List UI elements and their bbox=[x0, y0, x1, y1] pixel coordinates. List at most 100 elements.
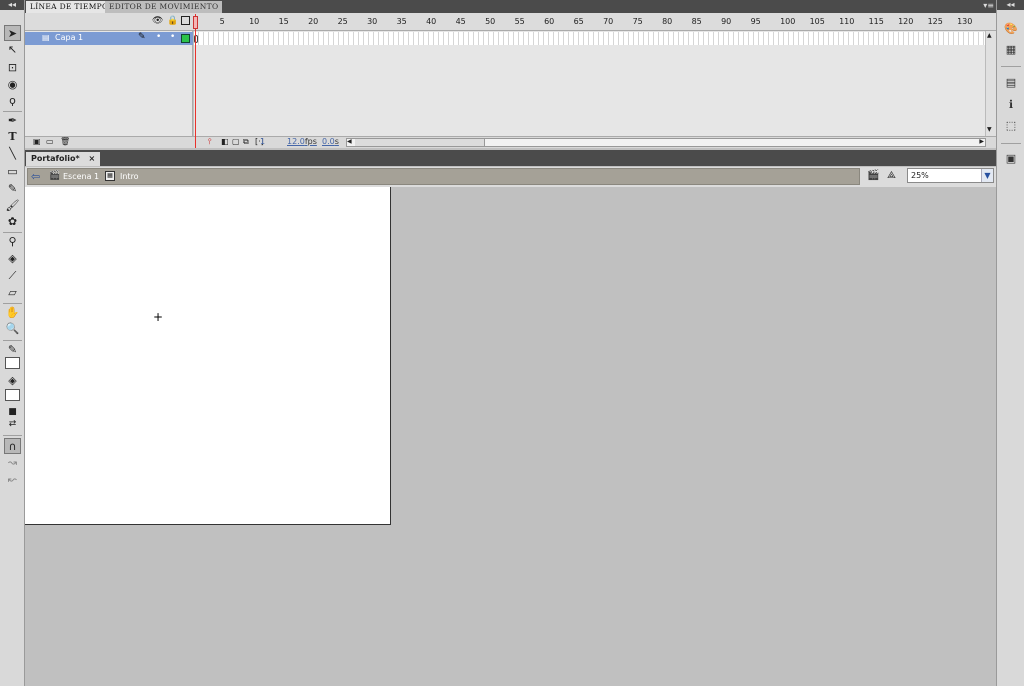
scroll-right-icon[interactable]: ▶ bbox=[979, 138, 984, 145]
panel-menu-icon[interactable]: ▾≡ bbox=[983, 1, 994, 10]
frame-grid[interactable] bbox=[194, 31, 985, 136]
tab-motion-editor[interactable]: EDITOR DE MOVIMIENTO bbox=[105, 1, 223, 13]
edit-scene-icon[interactable]: 🎬 bbox=[867, 170, 879, 181]
onion-skin-icon[interactable]: ◧ bbox=[221, 137, 229, 146]
selection-icon[interactable]: ➤ bbox=[4, 25, 21, 41]
frame-ruler[interactable]: 5 10 15 20 25 30 35 40 45 50 55 60 65 70 75 80 85 90 95 100… bbox=[194, 13, 984, 30]
new-layer-icon[interactable]: ▣ bbox=[33, 137, 41, 146]
ruler-tick: 80 bbox=[662, 17, 673, 26]
fill-bucket-icon: ◈ bbox=[8, 374, 17, 387]
layer-name[interactable]: Capa 1 bbox=[55, 33, 83, 42]
document-tab[interactable]: Portafolio* × bbox=[26, 152, 101, 166]
subselection-icon[interactable]: ↖ bbox=[4, 42, 21, 58]
close-icon[interactable]: × bbox=[88, 154, 95, 163]
delete-layer-icon[interactable]: 🗑 bbox=[60, 137, 70, 146]
brush-icon[interactable]: 🖌 bbox=[4, 198, 21, 214]
show-hide-all-icon[interactable]: 👁 bbox=[152, 16, 163, 26]
deco-icon[interactable]: ✿ bbox=[4, 214, 21, 230]
snap-icon[interactable]: ∩ bbox=[4, 438, 21, 454]
zoom-select[interactable]: 25% ▼ bbox=[907, 168, 994, 183]
free-transform-icon[interactable]: ⊡ bbox=[4, 60, 21, 76]
color-icon[interactable]: 🎨 bbox=[1003, 21, 1019, 37]
chevron-down-icon[interactable]: ▼ bbox=[981, 169, 993, 182]
stage[interactable]: + bbox=[25, 187, 391, 525]
paint-bucket-icon[interactable]: ◈ bbox=[4, 251, 21, 267]
playhead-handle[interactable] bbox=[193, 16, 198, 29]
ruler-tick: 110 bbox=[839, 17, 855, 26]
collapsed-panels: ◂◂ 🎨 ▦ ▤ ℹ ⬚ ▣ bbox=[996, 0, 1024, 686]
scroll-up-icon[interactable]: ▲ bbox=[987, 32, 992, 39]
rectangle-icon[interactable]: ▭ bbox=[4, 164, 21, 180]
hand-icon[interactable]: ✋ bbox=[4, 305, 21, 321]
onion-outlines-icon[interactable]: ▢ bbox=[232, 137, 240, 146]
lock-all-icon[interactable]: 🔒 bbox=[167, 16, 178, 26]
frame-rate[interactable]: 12.0fps bbox=[287, 137, 317, 146]
ruler-tick: 60 bbox=[544, 17, 555, 26]
edit-multiple-frames-icon[interactable]: ⧉ bbox=[243, 137, 249, 147]
ruler-tick: 10 bbox=[249, 17, 260, 26]
align-icon[interactable]: ▤ bbox=[1003, 75, 1019, 91]
ruler-tick: 25 bbox=[337, 17, 348, 26]
3d-rotation-icon[interactable]: ◉ bbox=[4, 77, 21, 93]
center-frame-icon[interactable]: ⫯ bbox=[208, 137, 211, 147]
tools-panel-grip[interactable]: ◂◂ bbox=[0, 0, 24, 10]
outline-all-icon[interactable] bbox=[181, 16, 190, 25]
layer-row[interactable]: ▤ Capa 1 ✎ • • bbox=[25, 32, 193, 45]
scroll-down-icon[interactable]: ▼ bbox=[987, 126, 992, 133]
timeline-tab-bar: LÍNEA DE TIEMPO EDITOR DE MOVIMIENTO ▾≡ bbox=[25, 0, 996, 13]
line-icon[interactable]: ╲ bbox=[4, 146, 21, 162]
pencil-icon[interactable]: ✎ bbox=[4, 181, 21, 197]
swap-colors-icon[interactable]: ⇄ bbox=[4, 416, 21, 432]
visible-dot-icon[interactable]: • bbox=[156, 32, 161, 42]
tab-timeline[interactable]: LÍNEA DE TIEMPO bbox=[26, 1, 113, 13]
ruler-tick: 50 bbox=[485, 17, 496, 26]
layer-icon: ▤ bbox=[42, 33, 50, 42]
symbol-link[interactable]: Intro bbox=[120, 172, 139, 181]
scroll-thumb[interactable] bbox=[355, 139, 485, 146]
library-icon[interactable]: ▣ bbox=[1003, 151, 1019, 167]
lock-dot-icon[interactable]: • bbox=[170, 32, 175, 42]
zoom-value: 25% bbox=[911, 171, 929, 180]
outline-color-icon[interactable] bbox=[181, 34, 190, 43]
bone-icon[interactable]: ⚲ bbox=[4, 234, 21, 250]
ruler-tick: 115 bbox=[868, 17, 884, 26]
ruler-tick: 65 bbox=[573, 17, 584, 26]
new-folder-icon[interactable]: ▭ bbox=[46, 137, 54, 146]
frame-row[interactable] bbox=[194, 32, 985, 45]
timeline-footer: ▣ ▭ 🗑 ⫯ ◧ ▢ ⧉ [·] 1 12.0fps 0.0s ◀ ▶ bbox=[25, 136, 996, 148]
swatches-icon[interactable]: ▦ bbox=[1003, 42, 1019, 58]
edit-symbol-icon[interactable]: ⟁ bbox=[887, 170, 896, 181]
ruler-tick: 30 bbox=[367, 17, 378, 26]
elapsed-time[interactable]: 0.0s bbox=[322, 137, 339, 146]
ruler-tick: 75 bbox=[632, 17, 643, 26]
info-icon[interactable]: ℹ bbox=[1003, 97, 1019, 113]
ruler-tick: 5 bbox=[219, 17, 225, 26]
pen-icon[interactable]: ✒ bbox=[4, 113, 21, 129]
back-arrow-icon[interactable]: ⇦ bbox=[31, 170, 40, 183]
current-frame[interactable]: 1 bbox=[260, 137, 265, 146]
transform-icon[interactable]: ⬚ bbox=[1003, 118, 1019, 134]
panels-grip[interactable]: ◂◂ bbox=[997, 0, 1024, 10]
tools-panel: ◂◂ ➤ ↖ ⊡ ◉ ϙ ✒ T ╲ ▭ ✎ 🖌 ✿ ⚲ ◈ ⟋ ▱ ✋ 🔍 ✎… bbox=[0, 0, 25, 686]
lasso-icon[interactable]: ϙ bbox=[4, 93, 21, 109]
stroke-color-icon[interactable] bbox=[5, 357, 20, 369]
timeline-vertical-scrollbar[interactable]: ▲ ▼ bbox=[985, 31, 996, 136]
straighten-icon[interactable]: ↜ bbox=[4, 472, 21, 488]
smooth-icon[interactable]: ↝ bbox=[4, 455, 21, 471]
ruler-tick: 70 bbox=[603, 17, 614, 26]
fill-color-icon[interactable] bbox=[5, 389, 20, 401]
edit-bar: ⇦ 🎬 Escena 1 ▦ Intro 🎬 ⟁ 25% ▼ bbox=[25, 167, 996, 187]
playhead[interactable] bbox=[195, 14, 196, 148]
pasteboard[interactable]: + bbox=[25, 187, 996, 686]
ruler-tick: 45 bbox=[455, 17, 466, 26]
eraser-icon[interactable]: ▱ bbox=[4, 285, 21, 301]
timeline-horizontal-scrollbar[interactable]: ◀ ▶ bbox=[346, 138, 986, 147]
document-tab-bar: Portafolio* × bbox=[25, 150, 996, 166]
ruler-tick: 15 bbox=[278, 17, 289, 26]
zoom-icon[interactable]: 🔍 bbox=[4, 321, 21, 337]
eyedropper-icon[interactable]: ⟋ bbox=[4, 268, 21, 284]
text-icon[interactable]: T bbox=[4, 129, 21, 145]
ruler-tick: 35 bbox=[396, 17, 407, 26]
scroll-left-icon[interactable]: ◀ bbox=[347, 138, 352, 145]
scene-link[interactable]: Escena 1 bbox=[63, 172, 99, 181]
